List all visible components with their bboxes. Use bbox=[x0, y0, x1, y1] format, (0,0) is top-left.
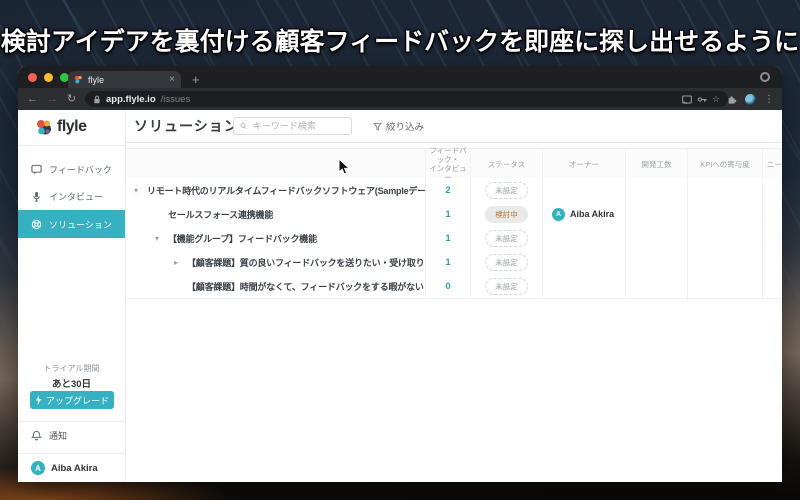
flyle-logo-text: flyle bbox=[57, 118, 87, 135]
sidebar-item-label: インタビュー bbox=[49, 192, 104, 202]
lightning-icon bbox=[35, 395, 42, 405]
url-host: app.flyle.io bbox=[106, 93, 156, 105]
extension-icon[interactable] bbox=[727, 94, 737, 104]
search-input[interactable] bbox=[250, 120, 345, 132]
bell-icon bbox=[31, 430, 42, 441]
feedback-count[interactable]: 0 bbox=[445, 281, 450, 292]
main-header: ソリューション 絞り込み bbox=[126, 110, 782, 143]
sidebar-divider bbox=[18, 145, 125, 146]
flyle-app: flyle フィードバック インタビュー ソリューション トライアル期間 あと3… bbox=[18, 110, 782, 482]
mouse-cursor bbox=[338, 158, 351, 176]
flyle-logo: flyle bbox=[36, 118, 87, 136]
solution-title[interactable]: 【顧客課題】質の良いフィードバックを送りたい・受け取りたい bbox=[187, 256, 425, 269]
filter-funnel-icon bbox=[373, 122, 382, 131]
url-path: /issues bbox=[160, 93, 191, 105]
sidebar-item-feedback[interactable]: フィードバック bbox=[18, 156, 125, 183]
flyle-favicon bbox=[74, 75, 83, 84]
lock-icon bbox=[94, 95, 100, 103]
minimize-window-button[interactable] bbox=[44, 73, 53, 82]
feedback-count[interactable]: 1 bbox=[445, 257, 450, 268]
flyle-logo-icon bbox=[37, 119, 51, 134]
solution-title[interactable]: セールスフォース連携機能 bbox=[168, 208, 273, 221]
close-window-button[interactable] bbox=[28, 73, 37, 82]
feedback-count[interactable]: 1 bbox=[445, 209, 450, 220]
solution-title[interactable]: 【顧客課題】時間がなくて、フィードバックをする暇がない bbox=[187, 280, 424, 293]
upgrade-button-label: アップグレード bbox=[45, 395, 109, 406]
owner-avatar: A bbox=[552, 207, 565, 221]
column-header-needs: ニーズ bbox=[762, 149, 782, 179]
forward-icon[interactable]: → bbox=[47, 88, 58, 110]
tab-title: flyle bbox=[88, 74, 105, 85]
status-badge[interactable]: 未設定 bbox=[485, 181, 528, 199]
sidebar-item-notifications[interactable]: 通知 bbox=[31, 429, 67, 442]
feedback-count[interactable]: 1 bbox=[445, 233, 450, 244]
sidebar-item-label: フィードバック bbox=[49, 165, 112, 175]
status-badge[interactable]: 検討中 bbox=[485, 205, 528, 223]
video-caption: 検討アイデアを裏付ける顧客フィードバックを即座に探し出せるように bbox=[0, 28, 800, 56]
table-header-row: フィードバック・インタビュー ステータス オーナー 開発工数 KPIへの寄与度 … bbox=[126, 146, 782, 182]
browser-tab[interactable]: flyle × bbox=[68, 71, 181, 88]
back-icon[interactable]: ← bbox=[27, 88, 38, 110]
column-header-status: ステータス bbox=[470, 149, 542, 179]
key-icon[interactable] bbox=[697, 95, 707, 104]
feedback-icon bbox=[31, 164, 42, 175]
browser-window: flyle × + ← → ↻ app.flyle.io /issues ☆ ⋮… bbox=[18, 66, 782, 482]
toolbar-right: ⋮ bbox=[727, 88, 774, 110]
url-bar[interactable]: app.flyle.io /issues ☆ bbox=[85, 91, 728, 107]
sidebar-item-solution[interactable]: ソリューション bbox=[18, 210, 125, 238]
table-row[interactable]: ▸ 【顧客課題】質の良いフィードバックを送りたい・受け取りたい 1 未設定 bbox=[126, 250, 782, 275]
status-badge[interactable]: 未設定 bbox=[485, 253, 528, 271]
column-header-feedback-interview: フィードバック・インタビュー bbox=[425, 146, 470, 182]
reload-icon[interactable]: ↻ bbox=[67, 88, 76, 110]
interview-mic-icon bbox=[33, 191, 40, 202]
filter-label: 絞り込み bbox=[386, 122, 425, 133]
sidebar-divider bbox=[18, 453, 125, 454]
owner-name: Aiba Akira bbox=[570, 209, 615, 219]
column-header-kpi: KPIへの寄与度 bbox=[687, 149, 762, 179]
new-tab-button[interactable]: + bbox=[192, 71, 200, 88]
expand-caret-icon[interactable]: ▸ bbox=[174, 258, 187, 267]
app-sidebar: flyle フィードバック インタビュー ソリューション トライアル期間 あと3… bbox=[18, 110, 126, 482]
trial-days-left: あと30日 bbox=[51, 379, 92, 390]
user-avatar: A bbox=[31, 461, 45, 475]
table-row[interactable]: 【顧客課題】時間がなくて、フィードバックをする暇がない 0 未設定 bbox=[126, 274, 782, 299]
sidebar-item-interview[interactable]: インタビュー bbox=[18, 183, 125, 210]
feedback-count[interactable]: 2 bbox=[445, 185, 450, 196]
status-badge[interactable]: 未設定 bbox=[485, 229, 528, 247]
sidebar-user-menu[interactable]: A Aiba Akira bbox=[31, 461, 98, 475]
browser-menu-icon[interactable]: ⋮ bbox=[764, 94, 774, 105]
table-row[interactable]: セールスフォース連携機能 1 検討中 A Aiba Akira bbox=[126, 202, 782, 227]
collapse-caret-icon[interactable]: ▾ bbox=[155, 234, 168, 243]
collapse-caret-icon[interactable]: ▾ bbox=[134, 186, 147, 195]
browser-toolbar: ← → ↻ app.flyle.io /issues ☆ ⋮ bbox=[18, 88, 782, 110]
solution-title[interactable]: リモート時代のリアルタイムフィードバックソフトウェア(Sampleデータ) bbox=[147, 184, 425, 197]
browser-tab-strip: flyle × + bbox=[18, 66, 782, 88]
column-header-owner: オーナー bbox=[542, 149, 625, 179]
status-badge[interactable]: 未設定 bbox=[485, 277, 528, 295]
table-row[interactable]: ▾ 【機能グループ】フィードバック機能 1 未設定 bbox=[126, 226, 782, 251]
keyword-search-box[interactable] bbox=[233, 117, 352, 135]
user-name: Aiba Akira bbox=[51, 462, 98, 474]
tab-close-icon[interactable]: × bbox=[169, 74, 175, 85]
sidebar-item-label: ソリューション bbox=[49, 219, 112, 230]
page-title: ソリューション bbox=[134, 118, 239, 134]
bookmark-star-icon[interactable]: ☆ bbox=[712, 94, 720, 105]
solution-title[interactable]: 【機能グループ】フィードバック機能 bbox=[168, 232, 317, 245]
browser-profile-avatar[interactable] bbox=[745, 93, 756, 105]
filter-button[interactable]: 絞り込み bbox=[373, 117, 424, 135]
trial-period-label: トライアル期間 bbox=[43, 364, 100, 373]
window-controls bbox=[28, 73, 69, 82]
notifications-label: 通知 bbox=[49, 431, 68, 441]
browser-settings-icon[interactable] bbox=[760, 72, 770, 82]
table-row[interactable]: ▾ リモート時代のリアルタイムフィードバックソフトウェア(Sampleデータ) … bbox=[126, 178, 782, 203]
column-header-effort: 開発工数 bbox=[625, 149, 687, 179]
search-icon bbox=[240, 123, 247, 130]
solution-icon bbox=[31, 219, 42, 229]
sidebar-divider bbox=[18, 421, 125, 422]
upgrade-button[interactable]: アップグレード bbox=[30, 391, 114, 409]
cast-icon[interactable] bbox=[682, 95, 692, 104]
main-panel: ソリューション 絞り込み bbox=[126, 110, 782, 482]
